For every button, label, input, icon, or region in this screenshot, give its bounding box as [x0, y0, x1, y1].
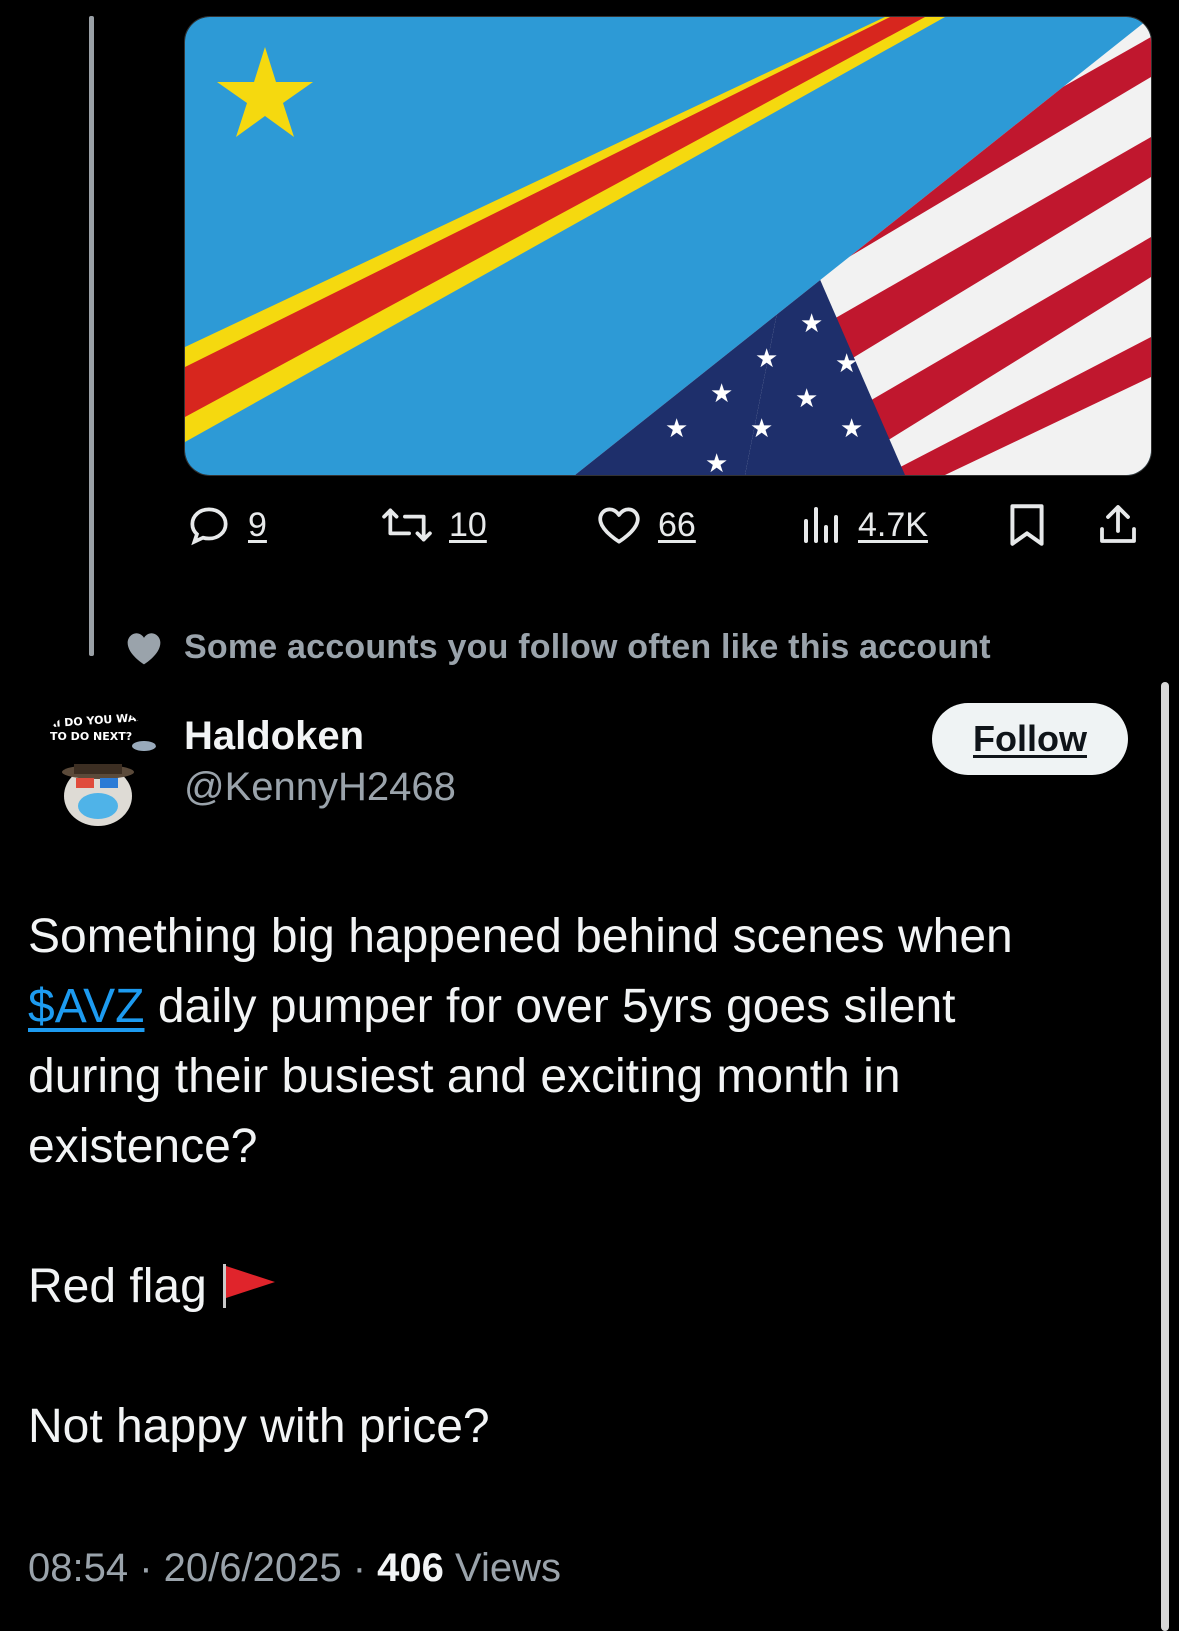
svg-text:★: ★: [710, 379, 733, 409]
views-count: 4.7K: [858, 505, 928, 544]
bookmark-button[interactable]: [1004, 495, 1050, 555]
follow-button[interactable]: Follow: [932, 703, 1128, 775]
scrollbar[interactable]: [1161, 682, 1169, 1631]
repost-button[interactable]: 10: [379, 495, 487, 555]
views-label: Views: [443, 1546, 561, 1590]
repost-count: 10: [449, 505, 487, 544]
tweet-media-image[interactable]: ★★★ ★★★ ★★★ ★★★ ★★★ ★★★: [184, 16, 1152, 476]
svg-text:★: ★: [795, 384, 818, 414]
handle[interactable]: @KennyH2468: [184, 760, 456, 814]
reply-icon: [190, 507, 228, 546]
avatar-image: AI DO YOU WANT TO DO NEXT?: [36, 706, 160, 830]
share-button[interactable]: [1094, 495, 1142, 555]
svg-text:★: ★: [750, 414, 773, 444]
share-icon: [1100, 505, 1136, 543]
avatar[interactable]: AI DO YOU WANT TO DO NEXT?: [36, 706, 160, 830]
svg-text:★: ★: [840, 414, 863, 444]
reply-count: 9: [248, 505, 267, 544]
heart-filled-icon: [127, 632, 161, 664]
svg-text:★: ★: [835, 349, 858, 379]
tweet-line: Not happy with price?: [28, 1400, 490, 1453]
reply-button[interactable]: 9: [184, 495, 267, 555]
heart-icon: [598, 507, 640, 544]
social-context-text: Some accounts you follow often like this…: [184, 628, 991, 666]
views-number: 406: [377, 1546, 444, 1590]
tweet-action-bar: 9 10 66 4.7K: [184, 495, 1150, 555]
bookmark-icon: [1010, 504, 1044, 546]
tweet-text: Something big happened behind scenes whe…: [28, 902, 1108, 1462]
cashtag-link[interactable]: $AVZ: [28, 980, 144, 1033]
separator: ·: [341, 1546, 378, 1590]
display-name[interactable]: Haldoken: [184, 712, 456, 760]
flags-image: ★★★ ★★★ ★★★ ★★★ ★★★ ★★★: [185, 17, 1151, 475]
tweet-line: existence?: [28, 1120, 258, 1173]
red-flag-emoji-icon: [222, 1264, 275, 1308]
svg-text:★: ★: [755, 344, 778, 374]
tweet-time[interactable]: 08:54: [28, 1546, 128, 1590]
tweet-line: $AVZ daily pumper for over 5yrs goes sil…: [28, 972, 1108, 1042]
tweet-date[interactable]: 20/6/2025: [164, 1546, 342, 1590]
author-names: Haldoken @KennyH2468: [184, 712, 456, 814]
views-button[interactable]: 4.7K: [800, 495, 928, 555]
tweet-line: during their busiest and exciting month …: [28, 1050, 901, 1103]
social-context: Some accounts you follow often like this…: [124, 628, 991, 667]
svg-text:★: ★: [800, 309, 823, 339]
thread-connector-line: [89, 16, 94, 656]
tweet-line: Something big happened behind scenes whe…: [28, 910, 1013, 963]
tweet-line-text: daily pumper for over 5yrs goes silent: [144, 980, 956, 1033]
separator: ·: [128, 1546, 164, 1590]
tweet-metadata: 08:54 · 20/6/2025 · 406 Views: [28, 1540, 561, 1596]
red-flag-text: Red flag: [28, 1260, 207, 1313]
like-count: 66: [658, 505, 696, 544]
repost-icon: [382, 508, 432, 542]
analytics-icon: [804, 507, 838, 543]
svg-text:TO DO NEXT?: TO DO NEXT?: [50, 730, 132, 743]
like-button[interactable]: 66: [594, 495, 696, 555]
svg-text:★: ★: [705, 449, 728, 475]
svg-text:★: ★: [665, 414, 688, 444]
tweet-line: Red flag: [28, 1252, 1108, 1322]
